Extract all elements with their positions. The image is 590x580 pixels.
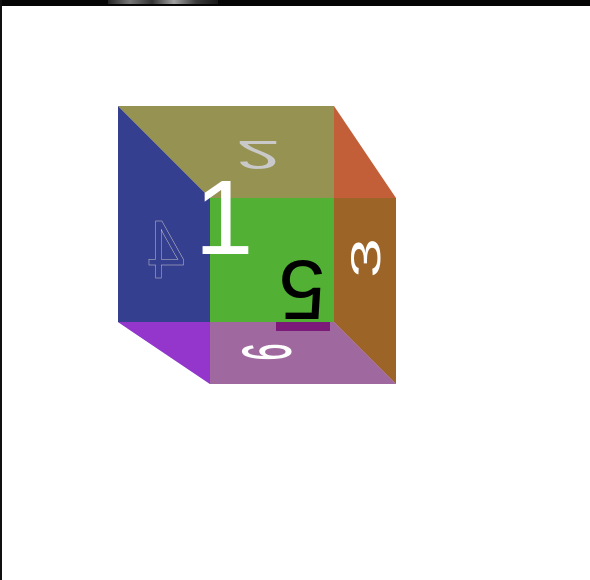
face-label-left: 4: [147, 204, 185, 297]
dice-cube-3d[interactable]: 2 4 3 5 1 6: [0, 0, 590, 580]
viewport: 2 4 3 5 1 6: [0, 0, 590, 580]
face-label-front: 1: [195, 159, 254, 277]
cube-face-back[interactable]: [334, 106, 396, 198]
cube-face-left-bottom-edge: [118, 322, 210, 384]
face-label-back: 5: [279, 243, 326, 337]
face-label-bottom: 6: [230, 344, 307, 361]
face-label-right: 3: [343, 238, 389, 278]
